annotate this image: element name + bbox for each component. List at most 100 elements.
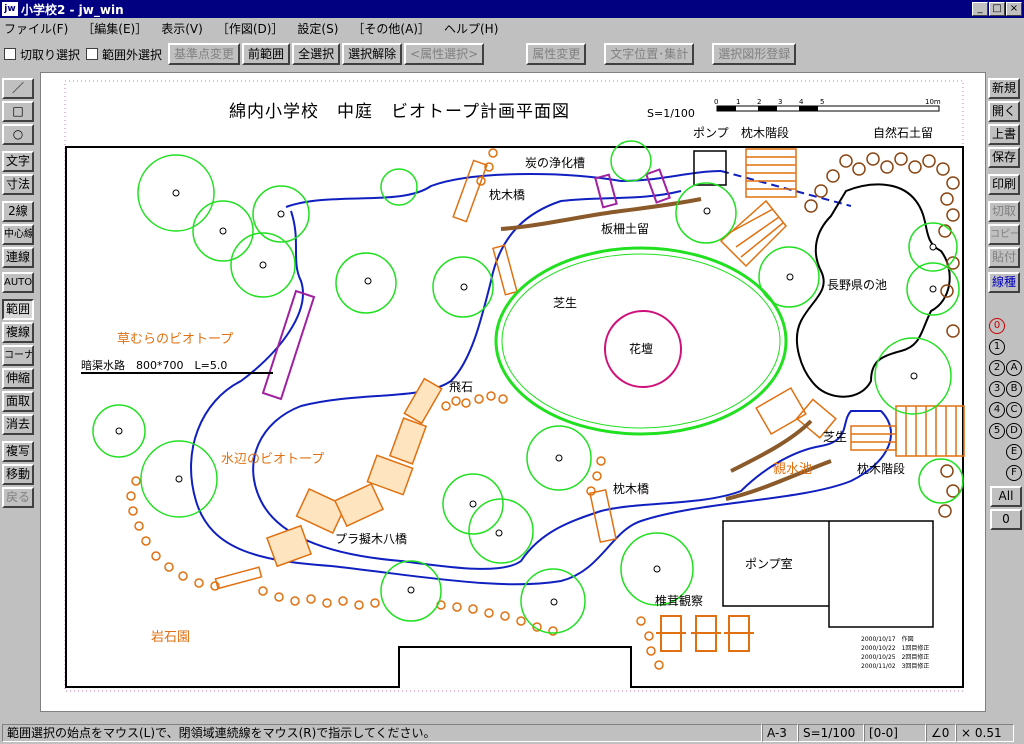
lawn-ellipse	[494, 246, 788, 436]
base-point-change-button[interactable]: 基準点変更	[168, 43, 241, 65]
attribute-change-button[interactable]: 属性変更	[526, 43, 587, 65]
status-zoom[interactable]: × 0.51	[956, 724, 1014, 742]
svg-text:5: 5	[820, 98, 824, 106]
svg-text:自然石土留: 自然石土留	[873, 125, 933, 140]
svg-text:ポンプ室: ポンプ室	[745, 556, 793, 571]
paste-button[interactable]: 貼付	[988, 247, 1020, 268]
line-tool[interactable]: ／	[2, 78, 34, 99]
svg-text:水辺のビオトープ: 水辺のビオトープ	[221, 452, 324, 467]
layer-c-button[interactable]: C	[1006, 402, 1022, 418]
layer-a-button[interactable]: A	[1006, 360, 1022, 376]
app-icon: jw	[2, 2, 18, 16]
layer-group-button[interactable]: 0	[990, 509, 1022, 530]
erase-tool[interactable]: 消去	[2, 414, 34, 435]
save-button[interactable]: 保存	[988, 147, 1020, 168]
close-button[interactable]: ×	[1006, 2, 1022, 16]
copy-tool[interactable]: 複写	[2, 441, 34, 462]
layer-all-button[interactable]: All	[990, 486, 1022, 507]
layer-d-button[interactable]: D	[1006, 423, 1022, 439]
connect-line-tool[interactable]: 連線	[2, 247, 34, 268]
layer-f-button[interactable]: F	[1006, 465, 1022, 481]
status-message: 範囲選択の始点をマウス(L)で、閉領域連続線をマウス(R)で指示してください。	[2, 724, 762, 742]
line-type-button[interactable]: 線種	[988, 272, 1020, 293]
rectangle-tool[interactable]: □	[2, 101, 34, 122]
fence-lower	[725, 419, 832, 501]
outside-select-checkbox[interactable]: 範囲外選択	[86, 46, 162, 63]
menu-file[interactable]: ファイル(F)	[4, 20, 68, 37]
status-angle[interactable]: ∠0	[926, 724, 956, 742]
scale-bar: 0 1 2 3 4 5 10m	[714, 98, 941, 112]
double-line-tool[interactable]: 2線	[2, 201, 34, 222]
menu-view[interactable]: 表示(V)	[161, 20, 203, 37]
text-position-button[interactable]: 文字位置･集計	[604, 43, 695, 65]
print-button[interactable]: 印刷	[988, 174, 1020, 195]
svg-text:枕木階段: 枕木階段	[857, 461, 905, 476]
svg-text:炭の浄化槽: 炭の浄化槽	[525, 156, 585, 170]
auto-tool[interactable]: AUTO	[2, 272, 34, 293]
extend-tool[interactable]: 伸縮	[2, 368, 34, 389]
menu-other[interactable]: ［その他(A)］	[352, 20, 430, 37]
menu-edit[interactable]: ［編集(E)］	[82, 20, 147, 37]
scale-label: S=1/100	[647, 107, 695, 120]
layer-3-button[interactable]: 3	[989, 381, 1005, 397]
corner-tool[interactable]: コーナー	[2, 345, 34, 366]
svg-text:4: 4	[799, 98, 804, 106]
overwrite-button[interactable]: 上書	[988, 124, 1020, 145]
svg-text:芝生: 芝生	[823, 429, 847, 444]
previous-range-button[interactable]: 前範囲	[242, 43, 291, 65]
circle-tool[interactable]: ○	[2, 124, 34, 145]
svg-text:芝生: 芝生	[553, 295, 577, 310]
svg-text:枕木橋: 枕木橋	[489, 187, 525, 202]
drawing-canvas[interactable]: 綿内小学校 中庭 ビオトープ計画平面図 S=1/100 0 1 2 3 4 5 …	[40, 72, 986, 712]
svg-text:草むらのビオトープ: 草むらのビオトープ	[117, 332, 233, 347]
chamfer-tool[interactable]: 面取	[2, 391, 34, 412]
attribute-select-button[interactable]: <属性選択>	[404, 43, 485, 65]
cut-button[interactable]: 切取	[988, 201, 1020, 222]
layer-1-button[interactable]: 1	[989, 339, 1005, 355]
menu-help[interactable]: ヘルプ(H)	[444, 20, 498, 37]
revision-block: 2000/10/17 作図 2000/10/22 1回目修正 2000/10/2…	[861, 635, 929, 670]
status-scale[interactable]: S=1/100	[798, 724, 864, 742]
center-line-tool[interactable]: 中心線	[2, 224, 34, 245]
menu-draw[interactable]: ［作図(D)］	[217, 20, 284, 37]
menu-settings[interactable]: 設定(S)	[297, 20, 338, 37]
right-tool-panel: 新規 開く 上書 保存 印刷 切取 コピー 貼付 線種	[988, 78, 1022, 295]
select-all-button[interactable]: 全選択	[292, 43, 341, 65]
svg-text:飛石: 飛石	[449, 380, 473, 394]
text-tool[interactable]: 文字	[2, 151, 34, 172]
layer-0-button[interactable]: 0	[989, 318, 1005, 334]
layer-b-button[interactable]: B	[1006, 381, 1022, 397]
open-button[interactable]: 開く	[988, 101, 1020, 122]
register-shape-button[interactable]: 選択図形登録	[712, 43, 797, 65]
new-button[interactable]: 新規	[988, 78, 1020, 99]
cut-select-checkbox[interactable]: 切取り選択	[4, 46, 80, 63]
svg-text:2000/10/25 2回目修正: 2000/10/25 2回目修正	[861, 653, 929, 661]
status-group[interactable]: [0-0]	[864, 724, 926, 742]
drawing-title: 綿内小学校 中庭 ビオトープ計画平面図	[229, 102, 570, 122]
layer-e-button[interactable]: E	[1006, 444, 1022, 460]
layer-5-button[interactable]: 5	[989, 423, 1005, 439]
minimize-button[interactable]: _	[972, 2, 988, 16]
svg-text:2000/11/02 3回目修正: 2000/11/02 3回目修正	[861, 662, 929, 670]
offset-line-tool[interactable]: 複線	[2, 322, 34, 343]
svg-text:0: 0	[714, 98, 718, 106]
stepping-stones	[126, 148, 664, 670]
range-tool[interactable]: 範囲	[2, 299, 34, 320]
svg-text:岩石園: 岩石園	[151, 630, 190, 645]
move-tool[interactable]: 移動	[2, 464, 34, 485]
status-bar: 範囲選択の始点をマウス(L)で、閉領域連続線をマウス(R)で指示してください。 …	[0, 722, 1024, 744]
deselect-button[interactable]: 選択解除	[342, 43, 403, 65]
left-tool-panel: ／ □ ○ 文字 寸法 2線 中心線 連線 AUTO 範囲 複線 コーナー 伸縮…	[2, 78, 34, 510]
layer-4-button[interactable]: 4	[989, 402, 1005, 418]
range-toolbar: 切取り選択 範囲外選択 基準点変更 前範囲 全選択 選択解除 <属性選択> 属性…	[0, 40, 1024, 68]
undo-tool[interactable]: 戻る	[2, 487, 34, 508]
pump-box	[693, 150, 727, 186]
maximize-button[interactable]: □	[989, 2, 1005, 16]
layer-2-button[interactable]: 2	[989, 360, 1005, 376]
dimension-tool[interactable]: 寸法	[2, 174, 34, 195]
svg-text:3: 3	[778, 98, 782, 106]
copy-button[interactable]: コピー	[988, 224, 1020, 245]
status-layer[interactable]: A-3	[762, 724, 798, 742]
title-bar: jw 小学校2 - jw_win _ □ ×	[0, 0, 1024, 18]
svg-text:プラ擬木八橋: プラ擬木八橋	[335, 531, 407, 546]
